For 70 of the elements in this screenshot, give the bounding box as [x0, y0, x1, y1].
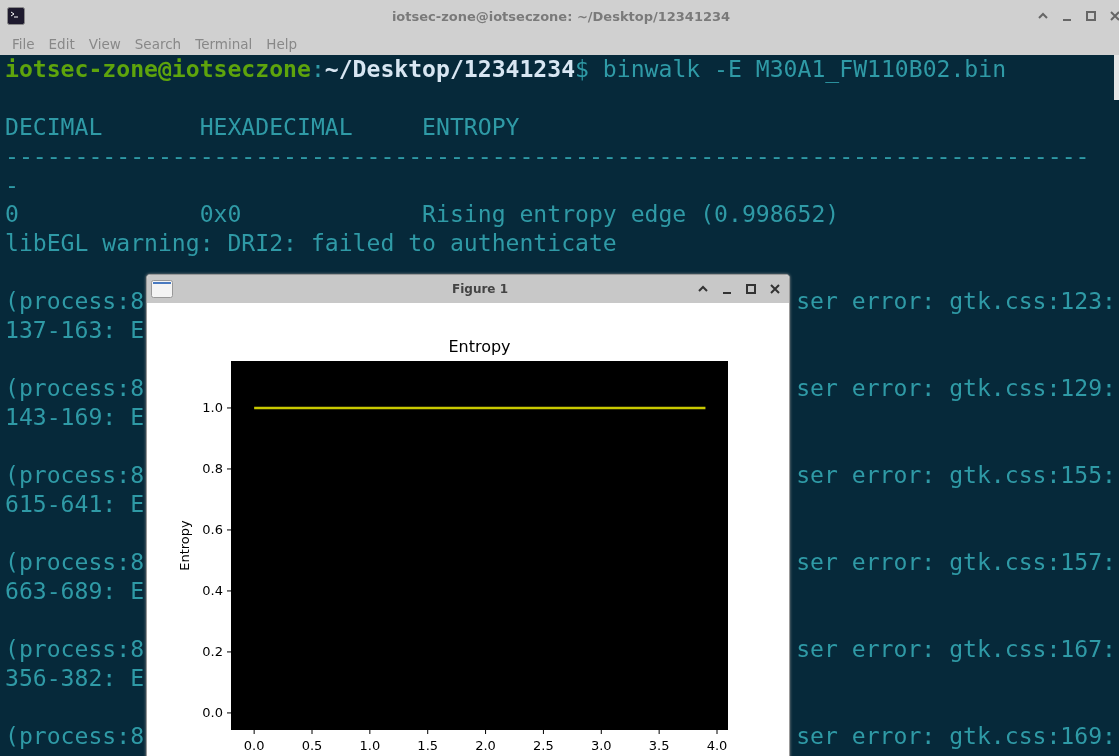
y-tick-label: 0.8 — [202, 461, 223, 477]
tick-mark — [600, 729, 602, 735]
tick-mark — [485, 729, 487, 735]
tick-mark — [226, 651, 232, 653]
scrollbar-thumb[interactable] — [1114, 55, 1119, 100]
x-tick-label: 1.0 — [359, 738, 381, 753]
close-icon[interactable] — [1109, 10, 1119, 22]
terminal-line: (process:8 — [5, 548, 145, 577]
terminal-line: ser error: gtk.css:167: — [796, 635, 1116, 664]
y-tick-label: 0.2 — [202, 644, 223, 660]
tick-mark — [226, 712, 232, 714]
x-tick-label: 4.0 — [706, 738, 728, 753]
window-title: iotsec-zone@iotseczone: ~/Desktop/12341234 — [390, 8, 732, 24]
tick-mark — [226, 468, 232, 470]
terminal-line: (process:8 — [5, 374, 145, 403]
terminal-line: ser error: gtk.css:155: — [796, 461, 1116, 490]
tick-mark — [226, 529, 232, 531]
tick-mark — [226, 407, 232, 409]
x-tick-label: 2.5 — [533, 738, 554, 753]
maximize-icon[interactable] — [745, 283, 757, 295]
tick-mark — [226, 590, 232, 592]
menu-item[interactable]: Help — [259, 35, 305, 52]
terminal-line: 143-169: E — [5, 403, 145, 432]
terminal-line: ser error: gtk.css:169: — [796, 722, 1116, 751]
y-tick-label: 0.6 — [202, 522, 223, 538]
terminal-line: 356-382: E — [5, 664, 145, 693]
menu-item[interactable]: Search — [127, 35, 189, 52]
terminal-line: (process:8 — [5, 461, 145, 490]
maximize-icon[interactable] — [1085, 10, 1097, 22]
x-tick-label: 1.5 — [417, 738, 439, 753]
tick-mark — [369, 729, 371, 735]
chart-title: Entropy — [448, 337, 511, 356]
menu-item[interactable]: Terminal — [188, 35, 260, 52]
tick-mark — [311, 729, 313, 735]
close-icon[interactable] — [769, 283, 781, 295]
terminal-line: 615-641: E — [5, 490, 145, 519]
terminal-line: (process:8 — [5, 287, 145, 316]
terminal-line: (process:8 — [5, 722, 145, 751]
terminal-line: 663-689: E — [5, 577, 145, 606]
terminal-line: ------------------------------------------------------------------------------ — [5, 142, 1090, 171]
y-tick-label: 0.4 — [202, 583, 223, 599]
x-tick-label: 0.0 — [243, 738, 265, 753]
y-axis-label: Entropy — [177, 520, 192, 571]
terminal-line: 137-163: E — [5, 316, 145, 345]
menu-item[interactable]: Edit — [41, 35, 82, 52]
tick-mark — [716, 729, 718, 735]
x-tick-label: 0.5 — [301, 738, 323, 753]
terminal-line: ser error: gtk.css:123: — [796, 287, 1116, 316]
figure-title: Figure 1 — [451, 282, 509, 296]
terminal-line: ser error: gtk.css:157: — [796, 548, 1116, 577]
window-icon — [151, 280, 173, 298]
terminal-icon — [7, 7, 25, 25]
tick-mark — [658, 729, 660, 735]
terminal-line: ser error: gtk.css:129: — [796, 374, 1116, 403]
tick-mark — [253, 729, 255, 735]
tick-mark — [427, 729, 429, 735]
prompt-line: iotsec-zone@iotseczone:~/Desktop/12341234$ binwalk -E M30A1_FW110B02.bin — [5, 55, 1007, 84]
terminal-line: - — [5, 171, 19, 200]
y-tick-label: 1.0 — [202, 400, 223, 416]
terminal-line: libEGL warning: DRI2: failed to authenticate — [5, 229, 617, 258]
x-tick-label: 3.5 — [648, 738, 670, 753]
menu-item[interactable]: File — [5, 35, 42, 52]
x-tick-label: 2.0 — [475, 738, 496, 753]
terminal-line: DECIMAL HEXADECIMAL ENTROPY — [5, 113, 520, 142]
terminal-line: 0 0x0 Rising entropy edge (0.998652) — [5, 200, 840, 229]
tick-mark — [542, 729, 544, 735]
y-tick-label: 0.0 — [202, 705, 223, 721]
x-tick-label: 3.0 — [590, 738, 612, 753]
menu-item[interactable]: View — [81, 35, 128, 52]
terminal-line: (process:8 — [5, 635, 145, 664]
